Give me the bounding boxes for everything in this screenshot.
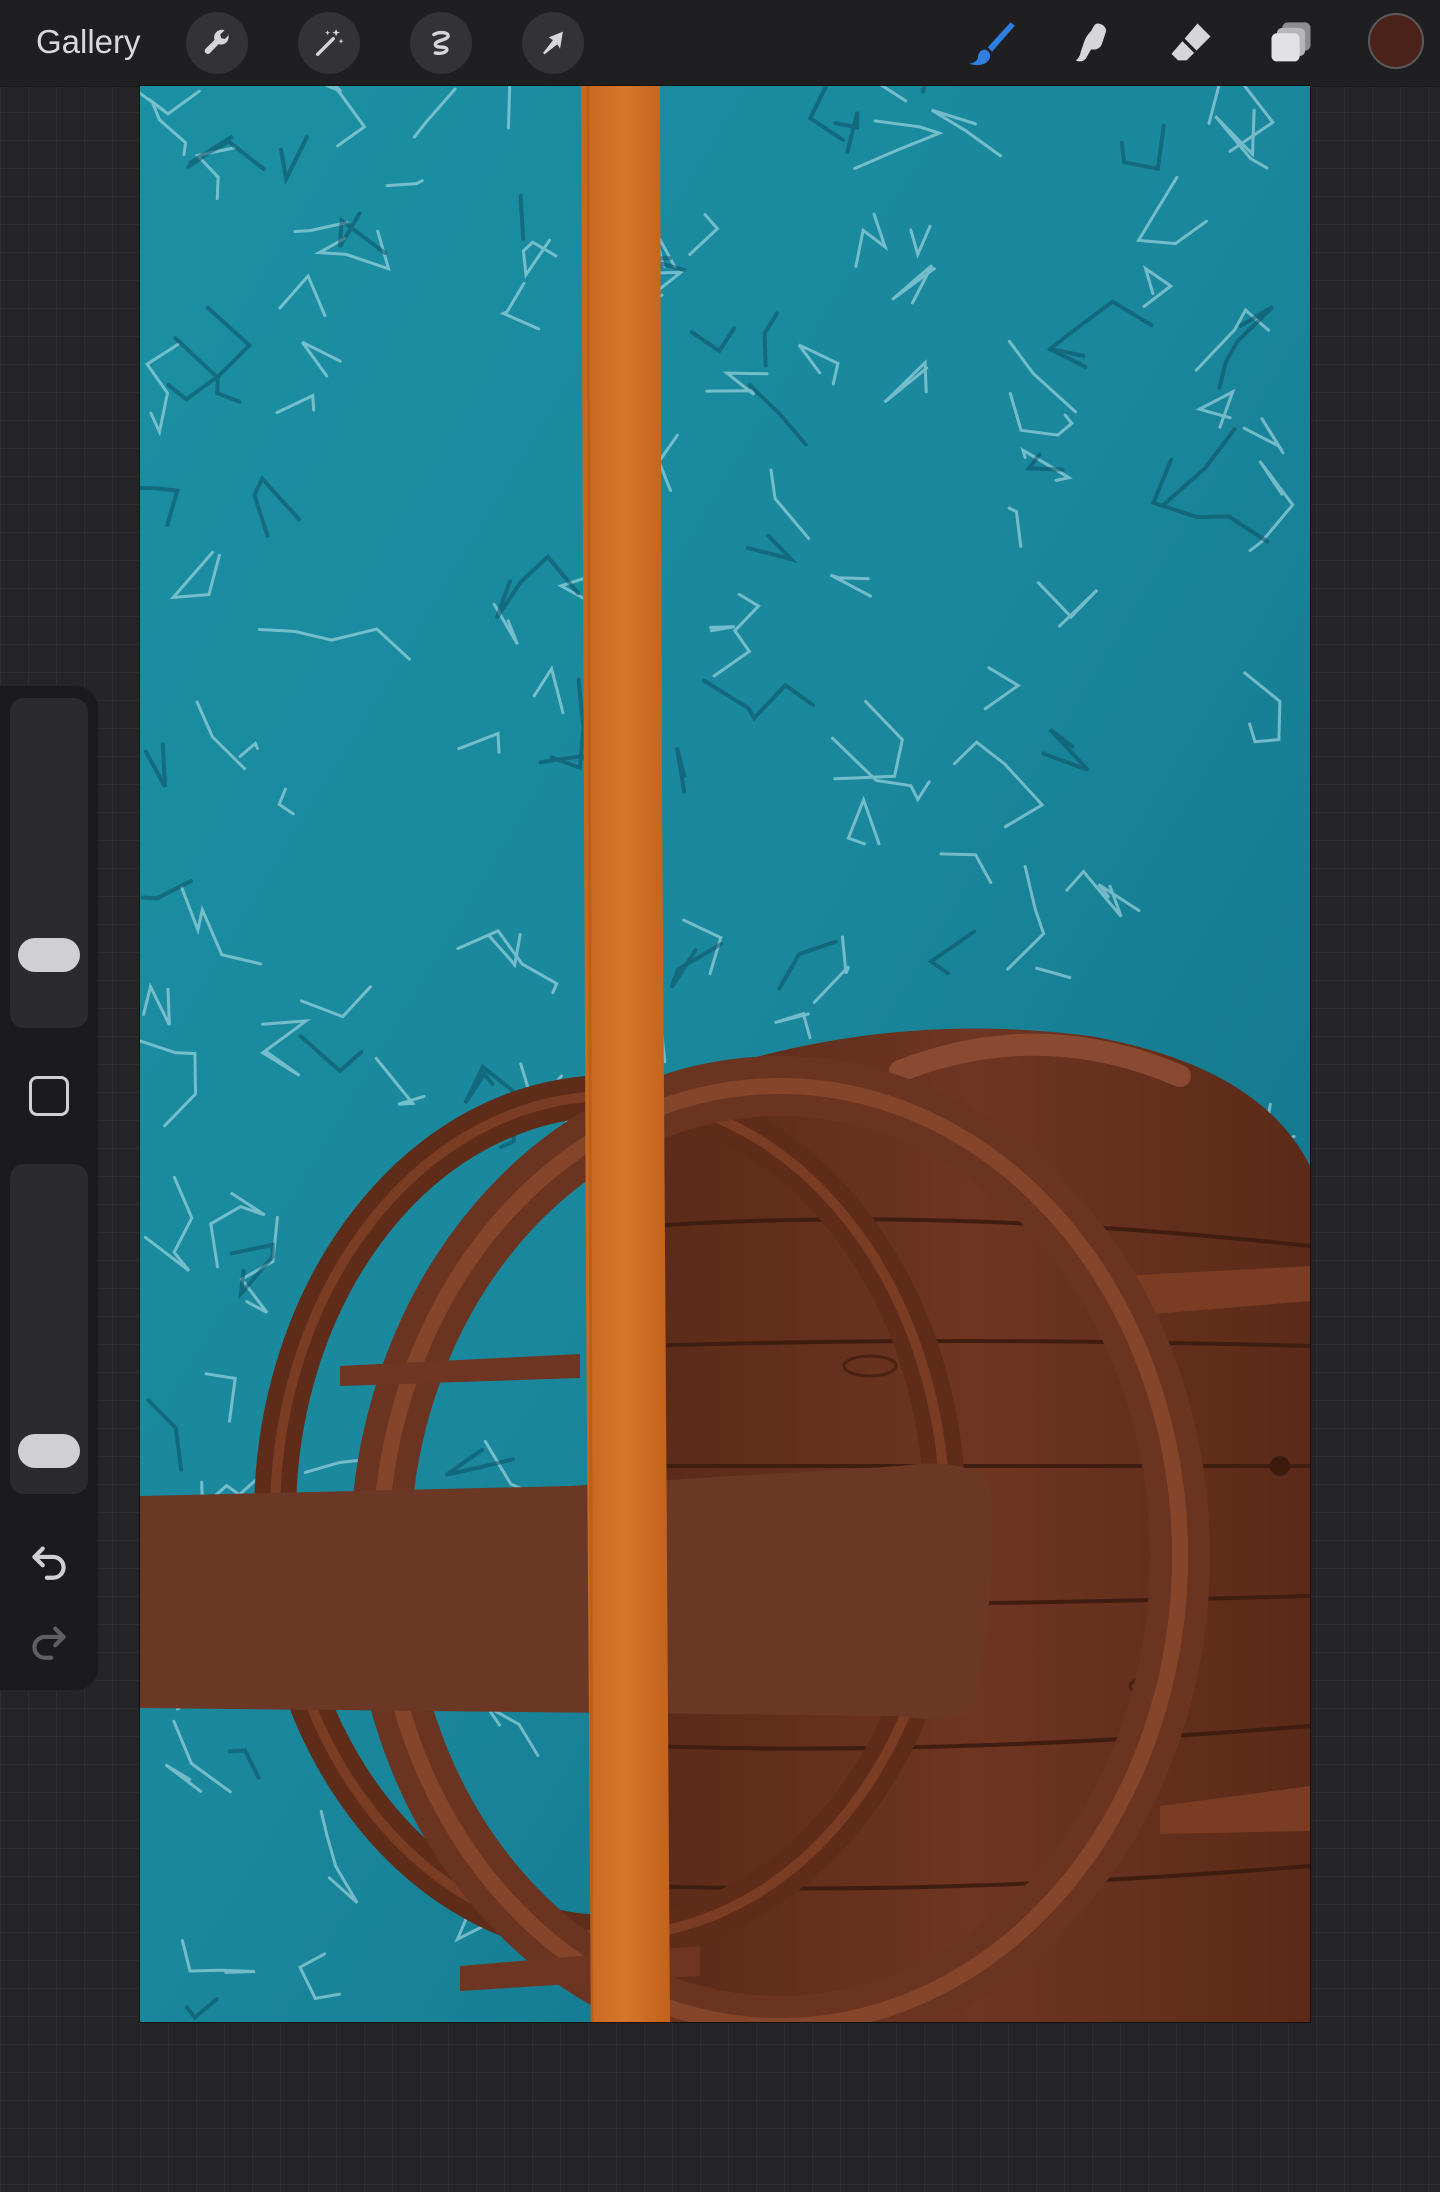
top-toolbar: Gallery bbox=[0, 0, 1440, 87]
undo-button[interactable] bbox=[24, 1534, 74, 1584]
undo-icon bbox=[32, 1546, 66, 1580]
opacity-slider[interactable] bbox=[10, 1164, 88, 1494]
caustic-line bbox=[518, 193, 526, 241]
layers-icon bbox=[1271, 22, 1311, 62]
gallery-button[interactable]: Gallery bbox=[36, 22, 141, 62]
brush-tool-button[interactable] bbox=[962, 14, 1020, 72]
modify-button[interactable] bbox=[29, 1076, 69, 1116]
redo-button[interactable] bbox=[24, 1614, 74, 1664]
eraser-tool-button[interactable] bbox=[1162, 14, 1220, 72]
smudge-icon bbox=[1075, 23, 1107, 62]
redo-icon bbox=[32, 1626, 66, 1660]
adjustments-button[interactable] bbox=[298, 12, 360, 74]
selection-button[interactable] bbox=[410, 12, 472, 74]
opacity-thumb[interactable] bbox=[18, 1434, 80, 1469]
selection-icon bbox=[432, 30, 450, 55]
eraser-icon bbox=[1171, 23, 1211, 61]
artwork-canvas[interactable] bbox=[140, 86, 1310, 2022]
orange-vertical-plank bbox=[581, 86, 670, 2022]
brush-icon bbox=[969, 22, 1015, 66]
brown-horizontal-beam bbox=[140, 1463, 993, 1720]
wrench-icon bbox=[204, 29, 230, 55]
magic-wand-icon bbox=[315, 28, 344, 57]
artwork bbox=[140, 86, 1310, 2022]
transform-button[interactable] bbox=[522, 12, 584, 74]
transform-arrow-icon bbox=[543, 31, 563, 55]
layers-button[interactable] bbox=[1262, 14, 1320, 72]
color-swatch-button[interactable] bbox=[1368, 13, 1424, 69]
left-sidebar bbox=[0, 686, 98, 1690]
smudge-tool-button[interactable] bbox=[1062, 14, 1120, 72]
actions-button[interactable] bbox=[186, 12, 248, 74]
brush-size-thumb[interactable] bbox=[18, 938, 80, 973]
brush-size-slider[interactable] bbox=[10, 698, 88, 1028]
